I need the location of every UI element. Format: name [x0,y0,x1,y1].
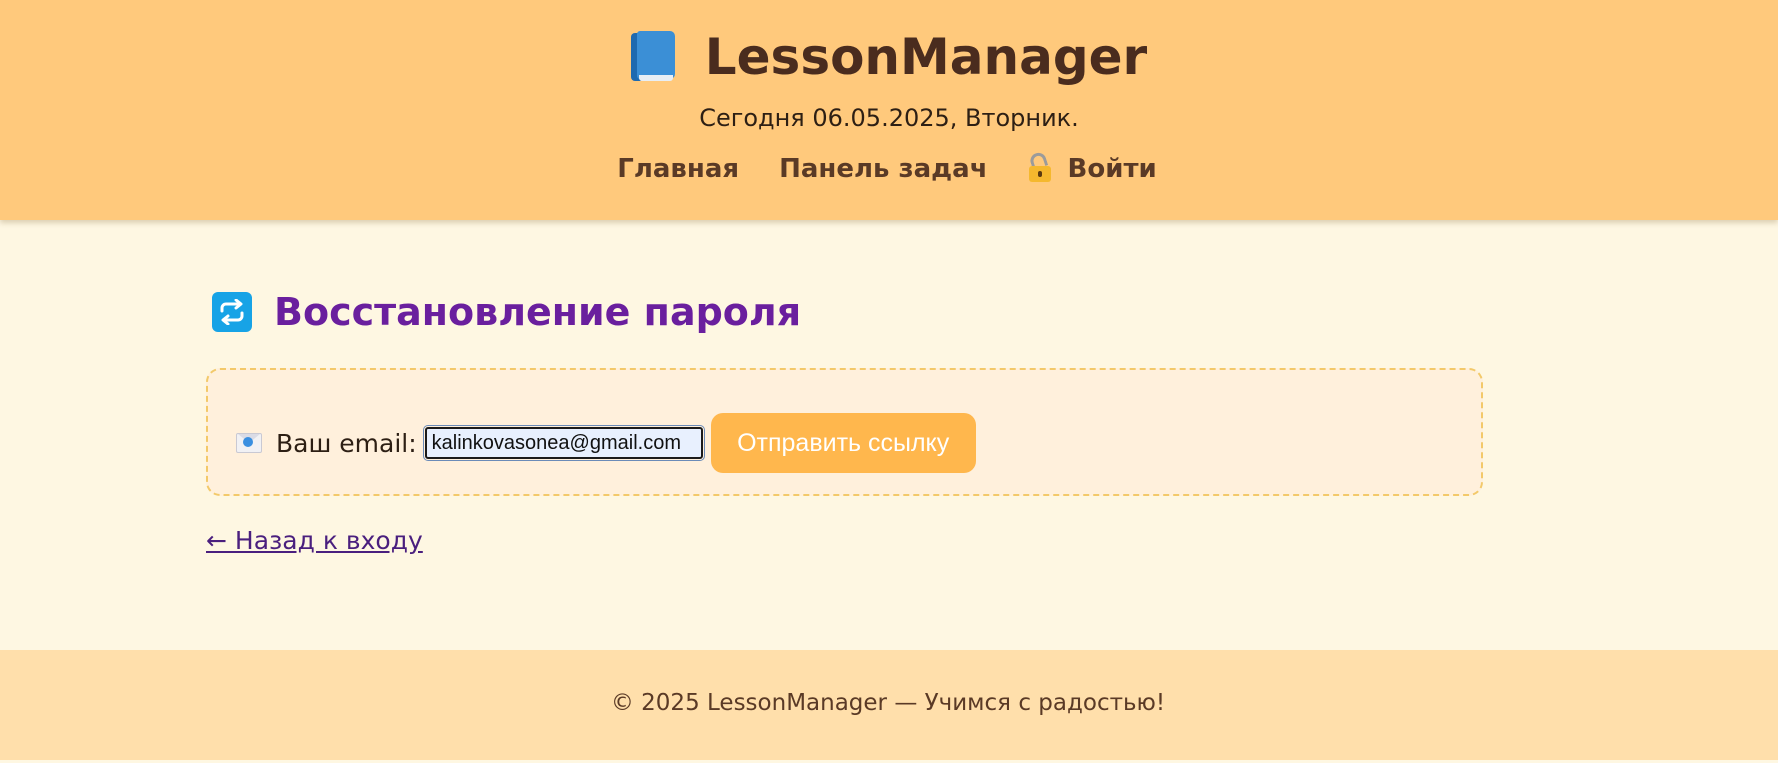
back-to-login-link[interactable]: ← Назад к входу [206,526,423,555]
today-date: Сегодня 06.05.2025, Вторник. [699,104,1079,132]
envelope-icon [236,433,262,453]
nav-login-link[interactable]: Войти [1027,150,1157,184]
repeat-icon [212,292,252,332]
page-heading: Восстановление пароля [212,290,801,334]
page-title: Восстановление пароля [274,290,802,334]
nav-tasks-link[interactable]: Панель задач [779,154,987,184]
nav-home-link[interactable]: Главная [617,154,739,184]
footer-text: © 2025 LessonManager — Учимся с радостью… [610,690,1166,716]
reset-password-form: Ваш email: Отправить ссылку [206,368,1483,496]
email-label: Ваш email: [276,428,417,458]
send-link-button[interactable]: Отправить ссылку [710,413,976,473]
site-footer: © 2025 LessonManager — Учимся с радостью… [0,650,1778,760]
brand-title: LessonManager [704,28,1148,86]
brand-link[interactable]: LessonManager [630,28,1148,86]
nav-home-label: Главная [617,154,740,184]
nav-tasks-label: Панель задач [779,154,988,184]
page: LessonManager Сегодня 06.05.2025, Вторни… [0,0,1778,763]
main-nav: Главная Панель задач Войти [0,150,1778,194]
site-header: LessonManager Сегодня 06.05.2025, Вторни… [0,0,1778,220]
book-icon [630,31,675,83]
lock-icon [1027,150,1052,183]
email-field[interactable] [422,425,705,461]
nav-login-label: Войти [1067,154,1157,184]
brand: LessonManager [0,28,1778,98]
